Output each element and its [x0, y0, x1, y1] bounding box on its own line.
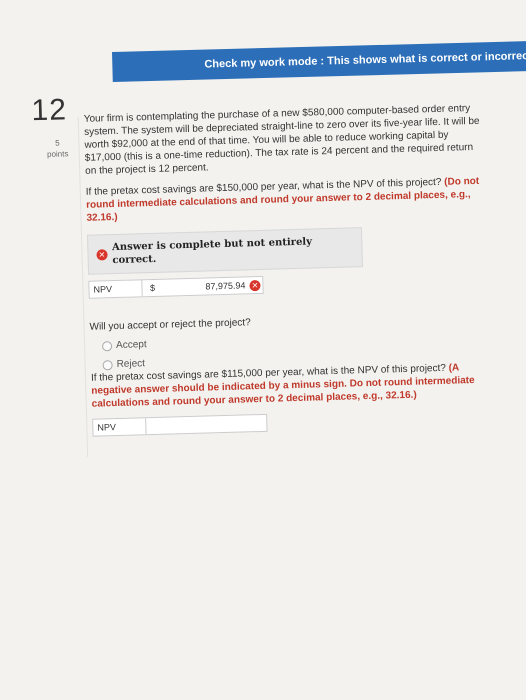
npv-answer-row: NPV $ 87,975.94 ✕: [88, 275, 264, 299]
npv2-answer-input[interactable]: [146, 415, 266, 434]
problem-text: Your firm is contemplating the purchase …: [83, 103, 480, 177]
radio-reject-label: Reject: [116, 358, 146, 371]
points-label: points: [46, 149, 69, 159]
npv2-answer-row: NPV: [92, 413, 268, 437]
radio-circle-icon: [101, 340, 113, 351]
points-block: 5 points: [44, 137, 71, 160]
radio-accept-label: Accept: [115, 339, 147, 352]
status-text: Answer is complete but not entirely corr…: [111, 236, 313, 267]
question-content: Your firm is contemplating the purchase …: [84, 102, 493, 437]
screen-photo: Check my work mode : This shows what is …: [0, 0, 526, 700]
answer-status-banner: ✕ Answer is complete but not entirely co…: [86, 227, 364, 275]
incorrect-x-icon: ✕: [249, 279, 261, 291]
radio-circle-icon: [102, 359, 113, 370]
error-x-icon: ✕: [96, 248, 108, 261]
npv-label: NPV: [89, 280, 143, 298]
npv-answer-input[interactable]: 87,975.94: [162, 279, 249, 294]
npv2-label: NPV: [93, 418, 147, 436]
part1-text: If the pretax cost savings are $150,000 …: [86, 175, 487, 225]
question-panel: 12 5 points Your firm is contemplating t…: [0, 0, 526, 700]
question-number: 12: [31, 93, 68, 128]
npv-currency: $: [149, 282, 156, 293]
points-value: 5: [55, 138, 60, 148]
